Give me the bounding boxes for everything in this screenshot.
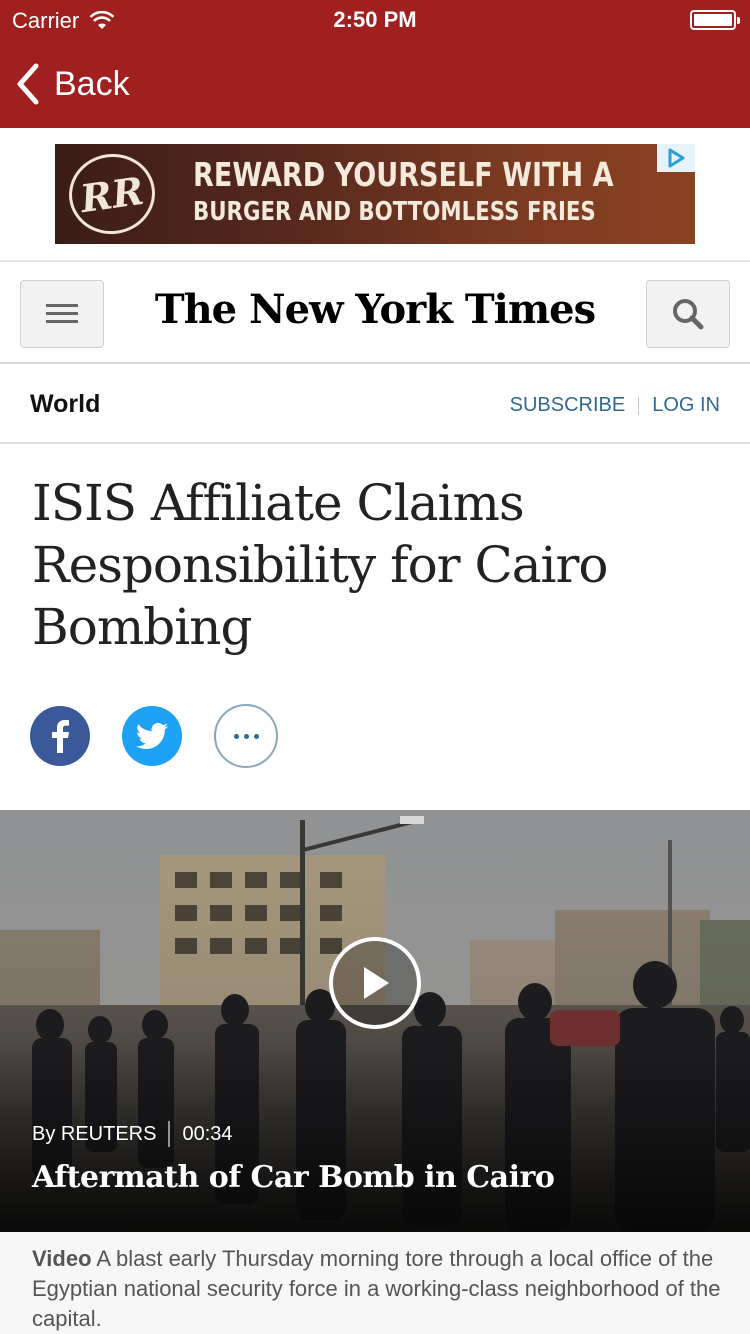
- section-name[interactable]: World: [30, 390, 100, 419]
- masthead: The New York Times: [0, 262, 750, 364]
- back-label: Back: [54, 64, 130, 103]
- facebook-share-button[interactable]: [30, 706, 90, 766]
- search-button[interactable]: [646, 280, 730, 348]
- subscribe-link[interactable]: SUBSCRIBE: [510, 394, 626, 417]
- video-title[interactable]: Aftermath of Car Bomb in Cairo: [32, 1160, 555, 1195]
- twitter-icon: [136, 723, 168, 749]
- clock: 2:50 PM: [333, 7, 417, 32]
- article-headline: ISIS Affiliate Claims Responsibility for…: [32, 474, 609, 656]
- nyt-logo[interactable]: The New York Times: [0, 286, 750, 333]
- search-icon: [673, 299, 704, 330]
- adchoices-icon[interactable]: [657, 144, 695, 172]
- ad-area: RR REWARD YOURSELF WITH A BURGER AND BOT…: [0, 128, 750, 262]
- facebook-icon: [52, 720, 69, 753]
- more-icon: [233, 733, 259, 739]
- caption-label: Video: [32, 1246, 92, 1271]
- battery-icon: [690, 10, 740, 30]
- back-button[interactable]: Back: [14, 60, 130, 108]
- status-bar: Carrier 2:50 PM: [0, 0, 750, 40]
- more-share-button[interactable]: [214, 704, 278, 768]
- ad-text: REWARD YOURSELF WITH A BURGER AND BOTTOM…: [193, 158, 695, 225]
- section-bar: World SUBSCRIBE LOG IN: [0, 364, 750, 444]
- play-button[interactable]: [329, 937, 421, 1029]
- video-byline: By REUTERS: [32, 1122, 157, 1145]
- login-link[interactable]: LOG IN: [652, 394, 720, 417]
- video-meta: By REUTERS 00:34: [32, 1121, 233, 1147]
- top-bar: Carrier 2:50 PM Back: [0, 0, 750, 128]
- ad-line-2: BURGER AND BOTTOMLESS FRIES: [193, 197, 596, 227]
- account-links: SUBSCRIBE LOG IN: [510, 394, 720, 417]
- ad-banner[interactable]: RR REWARD YOURSELF WITH A BURGER AND BOT…: [55, 144, 695, 244]
- play-icon: [364, 967, 389, 999]
- video-caption: Video A blast early Thursday morning tor…: [32, 1244, 722, 1334]
- video-duration: 00:34: [182, 1122, 233, 1145]
- back-chevron-icon: [17, 63, 39, 105]
- caption-text: A blast early Thursday morning tore thro…: [32, 1246, 721, 1331]
- ad-line-1: REWARD YOURSELF WITH A: [193, 155, 614, 194]
- caption-area: Video A blast early Thursday morning tor…: [0, 1232, 750, 1334]
- link-divider: [638, 396, 640, 415]
- twitter-share-button[interactable]: [122, 706, 182, 766]
- meta-divider: [168, 1121, 171, 1147]
- share-bar: [30, 704, 278, 768]
- ad-logo: RR: [63, 148, 161, 240]
